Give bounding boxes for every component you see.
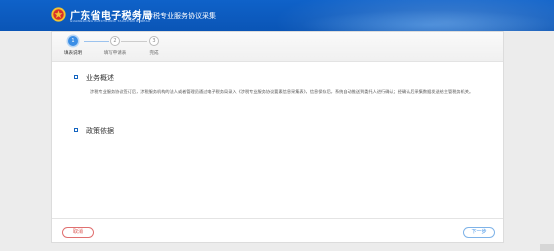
top-header: 广东省电子税务局 GUANGDONG ELECTRONIC TAXATION B… [0,0,554,31]
step-1-label: 填表说明 [64,51,82,56]
header-divider [139,9,140,23]
page-title: 涉税专业服务协议采集 [146,12,216,20]
step-1: 1 填表说明 [53,36,93,56]
overview-text: 涉税专业服务协议签订后，涉税服务机构的法人或者管理员通过电子税务局录入《涉税专业… [82,87,492,96]
overview-title: 业务概述 [86,74,114,82]
section-bullet-icon [74,75,78,79]
tax-emblem-icon [51,7,66,22]
cancel-button[interactable]: 取消 [62,227,94,238]
step-3-number: 3 [149,36,159,46]
step-progress: 1 填表说明 2 填写申请表 3 完成 [52,32,503,62]
header-glow [300,10,554,31]
main-panel: 1 填表说明 2 填写申请表 3 完成 业务概述 涉税专业服务协议签订后，涉税服… [51,31,504,243]
step-2-number: 2 [110,36,120,46]
step-3-label: 完成 [149,51,159,56]
next-button[interactable]: 下一步 [463,227,495,238]
overview-paragraph: 涉税专业服务协议签订后，涉税服务机构的法人或者管理员通过电子税务局录入《涉税专业… [90,89,474,94]
corner-widget [540,244,554,251]
step-2: 2 填写申请表 [95,36,135,56]
step-1-number: 1 [68,36,78,46]
section-bullet-icon [74,128,78,132]
step-2-label: 填写申请表 [103,51,127,56]
step-3: 3 完成 [134,36,174,56]
basis-title: 政策依据 [86,127,114,135]
footer-divider [52,218,503,219]
